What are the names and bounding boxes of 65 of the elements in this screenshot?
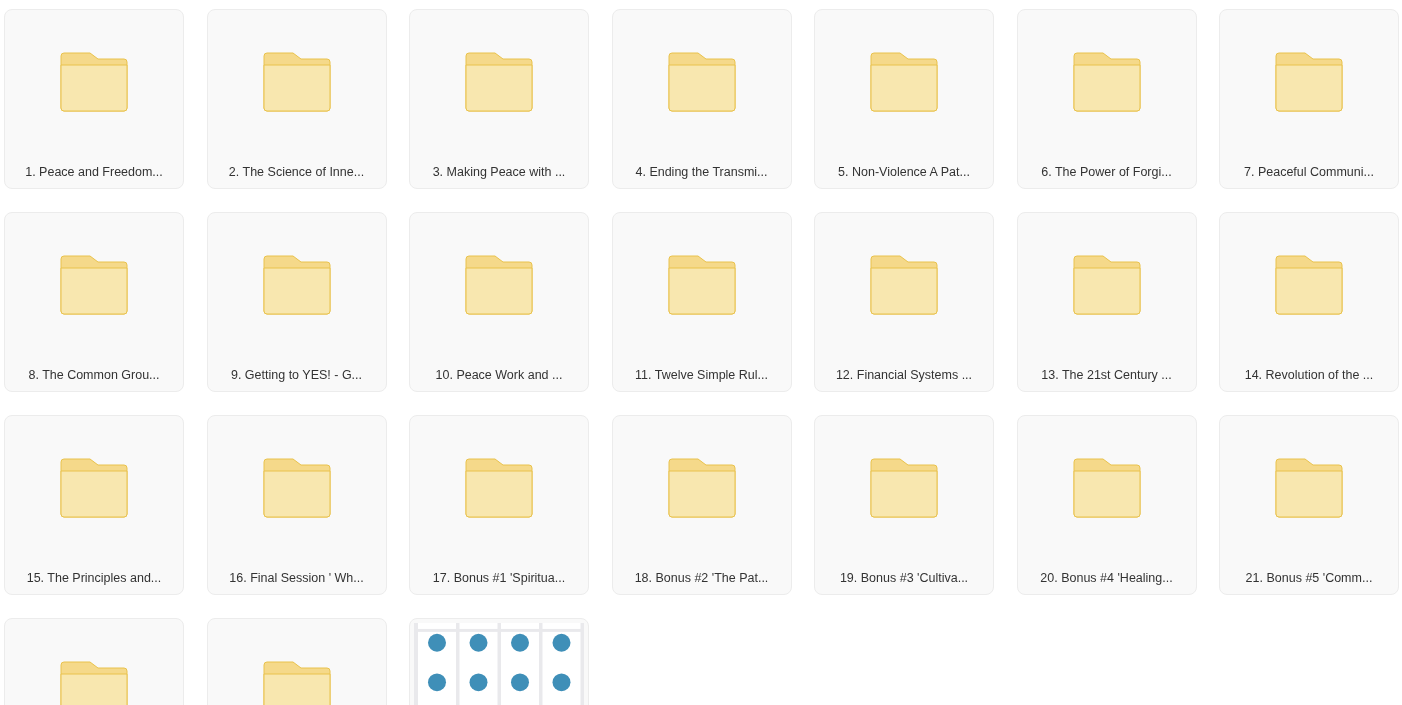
folder-icon <box>60 458 128 518</box>
folder-card[interactable]: 2. The Science of Inne... <box>206 9 387 189</box>
folder-name: 7. Peaceful Communi... <box>1244 165 1374 179</box>
folder-name: 1. Peace and Freedom... <box>25 165 163 179</box>
folder-card[interactable]: 3. Making Peace with ... <box>409 9 589 189</box>
folder-card[interactable]: 6. The Power of Forgi... <box>1016 9 1197 189</box>
folder-icon <box>1275 458 1343 518</box>
folder-name: 10. Peace Work and ... <box>435 368 563 382</box>
folder-name: 19. Bonus #3 'Cultiva... <box>839 571 969 585</box>
folder-card[interactable]: 18. Bonus #2 'The Pat... <box>611 415 792 595</box>
folder-card[interactable]: 17. Bonus #1 'Spiritua... <box>409 415 589 595</box>
folder-name: 14. Revolution of the ... <box>1244 368 1374 382</box>
folder-icon <box>465 458 533 518</box>
folder-name: 13. The 21st Century ... <box>1041 368 1172 382</box>
folder-name: 6. The Power of Forgi... <box>1041 165 1172 179</box>
folder-icon <box>1072 52 1141 112</box>
folder-name: 4. Ending the Transmi... <box>635 165 768 179</box>
folder-name: 3. Making Peace with ... <box>432 165 566 179</box>
folder-name: 2. The Science of Inne... <box>228 165 365 179</box>
folder-card[interactable]: 1. Peace and Freedom... <box>4 9 184 189</box>
folder-card[interactable]: 11. Twelve Simple Rul... <box>611 212 792 392</box>
folder-icon <box>60 52 128 112</box>
folder-icon <box>465 52 533 112</box>
folder-icon <box>1072 458 1141 518</box>
folder-icon <box>262 458 331 518</box>
folder-icon <box>262 661 331 705</box>
folder-card[interactable]: 9. Getting to YES! - G... <box>206 212 387 392</box>
folder-card[interactable]: 21. Bonus #5 'Comm... <box>1219 415 1399 595</box>
folder-icon <box>667 255 736 315</box>
folder-name: 21. Bonus #5 'Comm... <box>1245 571 1373 585</box>
folder-icon <box>1072 255 1141 315</box>
folder-name: 8. The Common Grou... <box>28 368 160 382</box>
folder-name: 17. Bonus #1 'Spiritua... <box>432 571 566 585</box>
folder-name: 20. Bonus #4 'Healing... <box>1040 571 1173 585</box>
folder-name: 16. Final Session ' Wh... <box>229 571 364 585</box>
folder-name: 12. Financial Systems ... <box>835 368 973 382</box>
folder-icon <box>1275 255 1343 315</box>
folder-card[interactable]: 5. Non-Violence A Pat... <box>814 9 994 189</box>
folder-card[interactable]: 7. Peaceful Communi... <box>1219 9 1399 189</box>
folder-card[interactable]: 8. The Common Grou... <box>4 212 184 392</box>
folder-card[interactable]: 15. The Principles and... <box>4 415 184 595</box>
folder-name: 15. The Principles and... <box>26 571 162 585</box>
folder-card[interactable]: 19. Bonus #3 'Cultiva... <box>814 415 994 595</box>
folder-icon <box>465 255 533 315</box>
folder-card[interactable]: 4. Ending the Transmi... <box>611 9 792 189</box>
folder-icon <box>667 52 736 112</box>
folder-icon <box>262 52 331 112</box>
folder-name: 11. Twelve Simple Rul... <box>635 368 768 382</box>
folder-icon <box>870 458 938 518</box>
folder-name: 18. Bonus #2 'The Pat... <box>634 571 769 585</box>
folder-card[interactable]: 12. Financial Systems ... <box>814 212 994 392</box>
folder-icon <box>870 255 938 315</box>
folder-card[interactable]: 14. Revolution of the ... <box>1219 212 1399 392</box>
folder-icon <box>262 255 331 315</box>
folder-icon <box>870 52 938 112</box>
folder-card[interactable]: 20. Bonus #4 'Healing... <box>1016 415 1197 595</box>
folder-name: 9. Getting to YES! - G... <box>230 368 363 382</box>
folder-name: 5. Non-Violence A Pat... <box>838 165 970 179</box>
folder-icon <box>60 661 128 705</box>
folder-icon <box>60 255 128 315</box>
folder-icon <box>1275 52 1343 112</box>
folder-card[interactable]: 16. Final Session ' Wh... <box>206 415 387 595</box>
folder-icon <box>667 458 736 518</box>
folder-card[interactable]: 13. The 21st Century ... <box>1016 212 1197 392</box>
folder-card[interactable]: 10. Peace Work and ... <box>409 212 589 392</box>
